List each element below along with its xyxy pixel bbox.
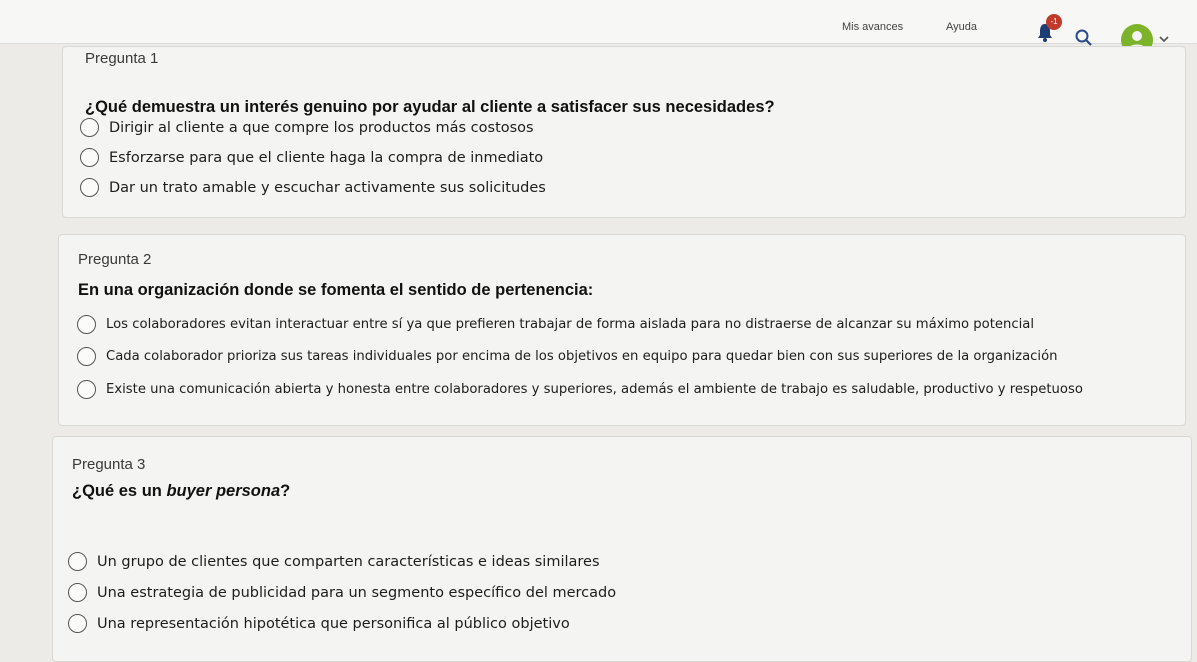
top-bar: Mis avances Ayuda -1: [0, 0, 1197, 56]
answer-option-label: Los colaboradores evitan interactuar ent…: [106, 317, 1035, 332]
radio-button[interactable]: [77, 315, 96, 334]
answer-option-label: Una estrategia de publicidad para un seg…: [97, 584, 617, 601]
radio-button[interactable]: [77, 347, 96, 366]
question-label: Pregunta 2: [78, 251, 152, 268]
question-label: Pregunta 1: [85, 50, 159, 67]
answer-option[interactable]: Cada colaborador prioriza sus tareas ind…: [77, 347, 1058, 366]
search-icon[interactable]: [1074, 28, 1094, 48]
answer-option[interactable]: Una representación hipotética que person…: [68, 614, 570, 633]
radio-button[interactable]: [80, 178, 99, 197]
progress-link[interactable]: Mis avances: [842, 21, 903, 33]
question-label: Pregunta 3: [72, 456, 146, 473]
radio-button[interactable]: [68, 614, 87, 633]
radio-button[interactable]: [80, 148, 99, 167]
radio-button[interactable]: [68, 552, 87, 571]
question-text: En una organización donde se fomenta el …: [78, 281, 594, 299]
answer-option[interactable]: Los colaboradores evitan interactuar ent…: [77, 315, 1034, 334]
radio-button[interactable]: [77, 380, 96, 399]
notification-badge: -1: [1046, 14, 1062, 30]
answer-option-label: Existe una comunicación abierta y honest…: [106, 382, 1083, 397]
question-text-emphasis: buyer persona: [166, 482, 281, 500]
question-text-suffix: ?: [280, 482, 291, 500]
question-text: ¿Qué es un buyer persona?: [72, 482, 290, 501]
answer-option[interactable]: Esforzarse para que el cliente haga la c…: [80, 148, 543, 167]
answer-option[interactable]: Dar un trato amable y escuchar activamen…: [80, 178, 546, 197]
answer-option-label: Dar un trato amable y escuchar activamen…: [109, 179, 546, 196]
answer-option-label: Un grupo de clientes que comparten carac…: [97, 553, 600, 570]
answer-option-label: Cada colaborador prioriza sus tareas ind…: [106, 349, 1058, 364]
answer-option[interactable]: Dirigir al cliente a que compre los prod…: [80, 118, 534, 137]
answer-option-label: Esforzarse para que el cliente haga la c…: [109, 149, 544, 166]
answer-option-label: Una representación hipotética que person…: [97, 615, 570, 632]
answer-option[interactable]: Un grupo de clientes que comparten carac…: [68, 552, 600, 571]
radio-button[interactable]: [68, 583, 87, 602]
question-text-prefix: ¿Qué es un: [72, 482, 167, 500]
radio-button[interactable]: [80, 118, 99, 137]
question-text: ¿Qué demuestra un interés genuino por ay…: [85, 98, 775, 116]
answer-option-label: Dirigir al cliente a que compre los prod…: [109, 119, 534, 136]
help-link[interactable]: Ayuda: [946, 21, 977, 33]
chevron-down-icon[interactable]: [1158, 34, 1170, 44]
answer-option[interactable]: Existe una comunicación abierta y honest…: [77, 380, 1083, 399]
answer-option[interactable]: Una estrategia de publicidad para un seg…: [68, 583, 616, 602]
